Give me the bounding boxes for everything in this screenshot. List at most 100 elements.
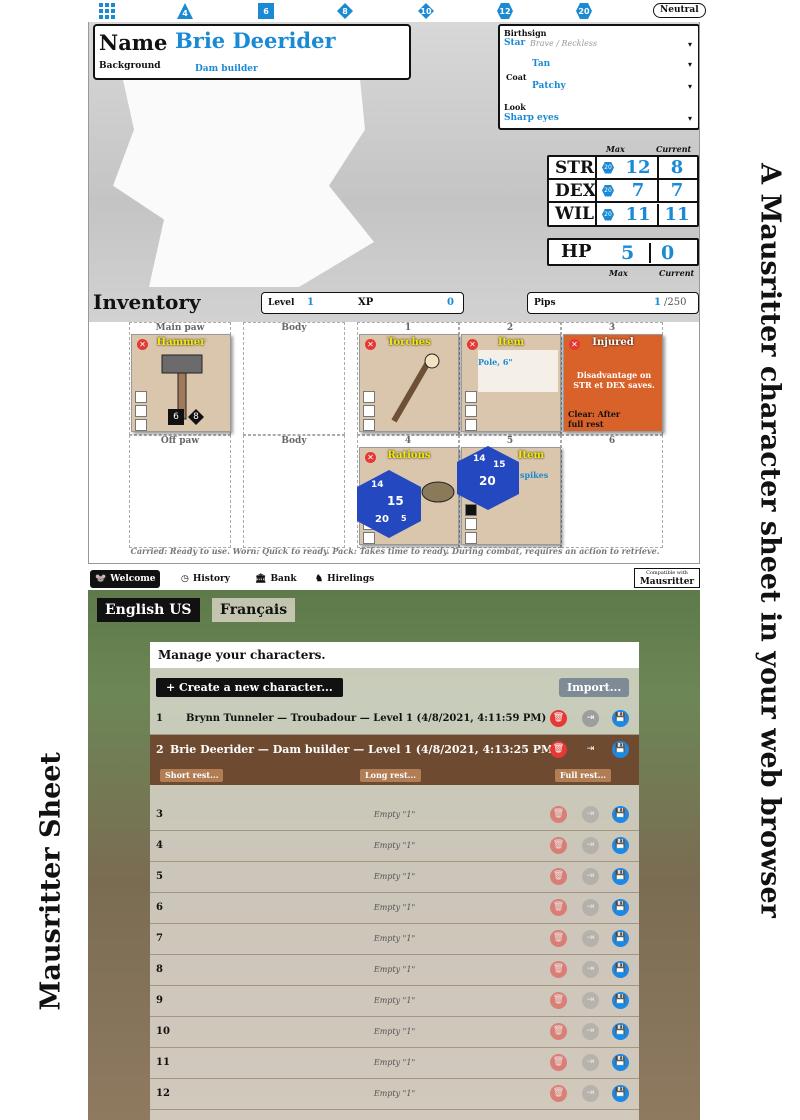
trash-icon[interactable]: 🗑	[550, 1085, 567, 1102]
chevron-down-icon[interactable]: ▾	[688, 114, 692, 123]
hp-current[interactable]: 0	[661, 242, 674, 264]
usage-checkbox-checked[interactable]	[465, 504, 477, 516]
short-rest-button[interactable]: Short rest...	[160, 769, 224, 782]
stat-max[interactable]: 12	[619, 157, 657, 178]
character-row-empty[interactable]: 8 Empty "1" 🗑 ⇥ 💾	[150, 955, 639, 986]
slot-off-paw[interactable]: Off paw	[129, 435, 231, 548]
save-icon[interactable]: 💾	[612, 710, 629, 727]
export-icon[interactable]: ⇥	[582, 992, 599, 1009]
save-icon[interactable]: 💾	[612, 961, 629, 978]
usage-checkbox[interactable]	[465, 532, 477, 544]
export-icon[interactable]: ⇥	[582, 899, 599, 916]
save-icon[interactable]: 💾	[612, 868, 629, 885]
usage-checkbox[interactable]	[465, 518, 477, 530]
trash-icon[interactable]: 🗑	[550, 992, 567, 1009]
usage-checkbox[interactable]	[363, 405, 375, 417]
stat-current[interactable]: 7	[657, 180, 695, 201]
tab-history[interactable]: ◷ History	[176, 570, 235, 588]
stat-max[interactable]: 11	[619, 204, 657, 225]
disposition-badge[interactable]: Neutral	[653, 3, 706, 18]
usage-checkbox[interactable]	[465, 419, 477, 431]
usage-checkbox[interactable]	[363, 419, 375, 431]
item-card-torches[interactable]: ✕ Torches	[359, 334, 459, 432]
long-rest-button[interactable]: Long rest...	[360, 769, 422, 782]
chevron-down-icon[interactable]: ▾	[688, 82, 692, 91]
export-icon[interactable]: ⇥	[582, 806, 599, 823]
d20-icon[interactable]: 20	[597, 208, 619, 221]
trash-icon[interactable]: 🗑	[550, 961, 567, 978]
character-row-empty[interactable]: 5 Empty "1" 🗑 ⇥ 💾	[150, 862, 639, 893]
level-value[interactable]: 1	[307, 297, 314, 308]
save-icon[interactable]: 💾	[612, 1085, 629, 1102]
character-row-empty[interactable]: 3 Empty "1" 🗑 ⇥ 💾	[150, 800, 639, 831]
save-icon[interactable]: 💾	[612, 899, 629, 916]
save-icon[interactable]: 💾	[612, 992, 629, 1009]
d20-icon[interactable]: 20	[576, 3, 592, 19]
trash-icon[interactable]: 🗑	[550, 741, 567, 758]
character-row-empty[interactable]: 12 Empty "1" 🗑 ⇥ 💾	[150, 1079, 639, 1110]
item-desc-area[interactable]: Pole, 6"	[478, 350, 558, 392]
condition-card-injured[interactable]: ✕ Injured Disadvantage on STR et DEX sav…	[563, 334, 663, 432]
character-row-empty[interactable]: 9 Empty "1" 🗑 ⇥ 💾	[150, 986, 639, 1017]
stat-max[interactable]: 7	[619, 180, 657, 201]
stat-current[interactable]: 8	[657, 157, 695, 178]
slot-body-1[interactable]: Body	[243, 322, 345, 435]
d6-icon[interactable]: 6	[258, 3, 274, 19]
character-row-1[interactable]: 1 Brynn Tunneler — Troubadour — Level 1 …	[150, 704, 639, 735]
export-icon[interactable]: ⇥	[582, 930, 599, 947]
grid-icon[interactable]	[99, 3, 115, 19]
lang-english[interactable]: English US	[97, 598, 200, 622]
d10-icon[interactable]: 10	[418, 3, 434, 19]
d4-icon[interactable]: 4	[177, 3, 193, 19]
export-icon[interactable]: ⇥	[582, 961, 599, 978]
trash-icon[interactable]: 🗑	[550, 837, 567, 854]
trash-icon[interactable]: 🗑	[550, 868, 567, 885]
hp-max[interactable]: 5	[621, 242, 634, 264]
export-icon[interactable]: ⇥	[582, 1085, 599, 1102]
usage-checkbox[interactable]	[465, 391, 477, 403]
name-value[interactable]: Brie Deerider	[175, 28, 336, 53]
export-icon[interactable]: ⇥	[582, 1054, 599, 1071]
trash-icon[interactable]: 🗑	[550, 710, 567, 727]
trash-icon[interactable]: 🗑	[550, 1023, 567, 1040]
usage-checkbox[interactable]	[363, 532, 375, 544]
coat-pattern[interactable]: Patchy	[532, 81, 566, 91]
birthsign-value[interactable]: Star	[504, 38, 525, 48]
trash-icon[interactable]: 🗑	[550, 806, 567, 823]
tab-hirelings[interactable]: ♞ Hirelings	[310, 570, 379, 588]
save-icon[interactable]: 💾	[612, 930, 629, 947]
export-icon[interactable]: ⇥	[582, 710, 599, 727]
d12-icon[interactable]: 12	[497, 3, 513, 19]
trash-icon[interactable]: 🗑	[550, 899, 567, 916]
trash-icon[interactable]: 🗑	[550, 1054, 567, 1071]
item-desc[interactable]: spikes	[520, 470, 548, 480]
usage-checkbox[interactable]	[135, 405, 147, 417]
look-value[interactable]: Sharp eyes	[504, 113, 559, 123]
export-icon[interactable]: ⇥	[582, 868, 599, 885]
export-icon[interactable]: ⇥	[582, 1023, 599, 1040]
item-card-hammer[interactable]: ✕ Hammer 6 8	[131, 334, 231, 432]
usage-checkbox[interactable]	[135, 391, 147, 403]
usage-checkbox[interactable]	[465, 405, 477, 417]
character-row-empty[interactable]: 4 Empty "1" 🗑 ⇥ 💾	[150, 831, 639, 862]
lang-french[interactable]: Français	[212, 598, 296, 622]
xp-value[interactable]: 0	[447, 297, 454, 308]
tab-welcome[interactable]: 🐭 Welcome	[90, 570, 161, 588]
character-row-empty[interactable]: 7 Empty "1" 🗑 ⇥ 💾	[150, 924, 639, 955]
save-icon[interactable]: 💾	[612, 741, 629, 758]
coat-color[interactable]: Tan	[532, 59, 550, 69]
usage-checkbox[interactable]	[363, 391, 375, 403]
character-row-empty[interactable]: 10 Empty "1" 🗑 ⇥ 💾	[150, 1017, 639, 1048]
full-rest-button[interactable]: Full rest...	[555, 769, 612, 782]
save-icon[interactable]: 💾	[612, 1054, 629, 1071]
character-row-empty[interactable]: 6 Empty "1" 🗑 ⇥ 💾	[150, 893, 639, 924]
character-row-empty[interactable]: 11 Empty "1" 🗑 ⇥ 💾	[150, 1048, 639, 1079]
d20-icon[interactable]: 20	[597, 161, 619, 174]
import-button[interactable]: Import...	[559, 678, 630, 697]
save-icon[interactable]: 💾	[612, 1023, 629, 1040]
character-row-2[interactable]: 2 Brie Deerider — Dam builder — Level 1 …	[150, 735, 639, 785]
export-icon[interactable]: ⇥	[582, 837, 599, 854]
create-character-button[interactable]: + Create a new character...	[156, 678, 343, 697]
chevron-down-icon[interactable]: ▾	[688, 60, 692, 69]
background-value[interactable]: Dam builder	[195, 64, 258, 74]
